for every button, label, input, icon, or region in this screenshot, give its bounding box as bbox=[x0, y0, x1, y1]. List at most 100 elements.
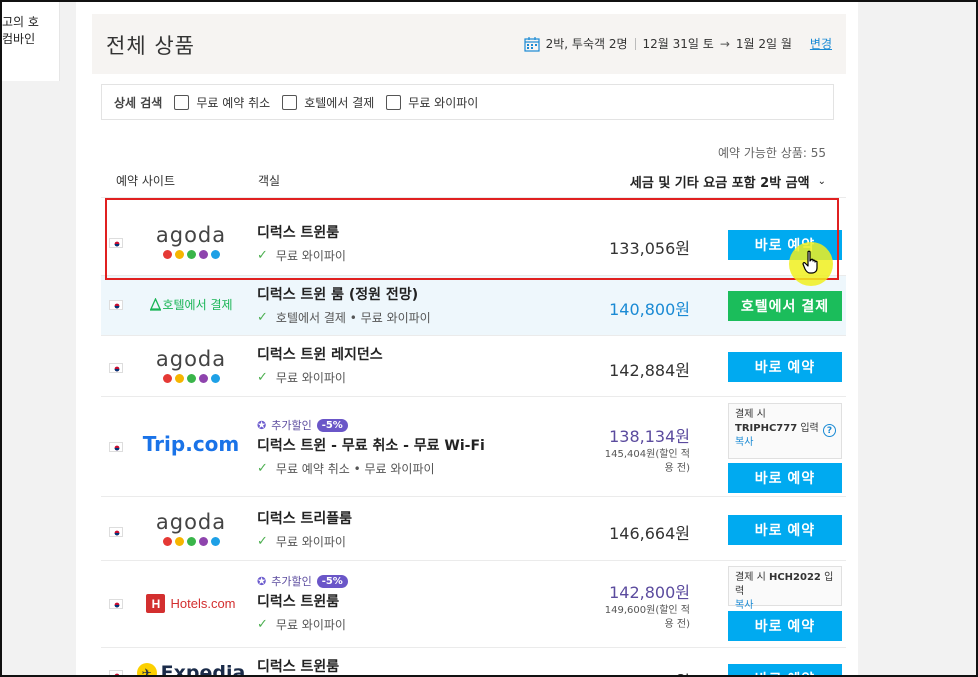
room-features: ✓ 호텔에서 결제 • 무료 와이파이 bbox=[257, 309, 431, 326]
side-promo-line-2: 컴바인 bbox=[2, 32, 36, 46]
agoda-logo[interactable]: agoda bbox=[141, 348, 241, 383]
hotels-com-logo[interactable]: H Hotels.com bbox=[141, 594, 241, 613]
book-now-button[interactable]: 바로 예약 bbox=[728, 664, 842, 677]
price: 149,600원 bbox=[609, 668, 690, 677]
room-features: ✓ 무료 와이파이 bbox=[257, 247, 346, 264]
room-info: ✪ 추가할인 -5% 디럭스 트윈 - 무료 취소 - 무료 Wi-Fi ✓ 무료… bbox=[257, 417, 485, 477]
price: 140,800원 bbox=[609, 300, 690, 319]
coupon-suffix: 입력 bbox=[797, 423, 819, 434]
offer-row: Trip.com ✪ 추가할인 -5% 디럭스 트윈 - 무료 취소 - 무료 … bbox=[101, 396, 846, 496]
coupon-code: TRIPHC777 bbox=[735, 423, 798, 434]
coupon-box: 결제 시 HCH2022 입력 복사 bbox=[728, 566, 842, 611]
price: 142,800원 bbox=[609, 583, 690, 602]
korea-flag-icon bbox=[109, 300, 123, 310]
coupon-code: HCH2022 bbox=[768, 572, 821, 583]
available-count: 예약 가능한 상품: 55 bbox=[717, 146, 826, 160]
room-info: 디럭스 트윈룸 bbox=[257, 658, 339, 676]
check-icon: ✓ bbox=[257, 248, 268, 263]
agoda-wordmark: agoda bbox=[155, 347, 227, 371]
room-features: ✓ 무료 와이파이 bbox=[257, 616, 348, 633]
hotel-bell-icon bbox=[150, 298, 162, 311]
book-now-button[interactable]: 바로 예약 bbox=[728, 463, 842, 493]
room-name[interactable]: 디럭스 트윈 - 무료 취소 - 무료 Wi-Fi bbox=[257, 437, 485, 455]
free-cancel-checkbox[interactable] bbox=[174, 94, 190, 110]
price: 138,134원 bbox=[609, 427, 690, 446]
pay-at-hotel-checkbox[interactable] bbox=[282, 94, 298, 110]
check-icon: ✓ bbox=[257, 617, 268, 632]
agoda-dots bbox=[162, 537, 220, 546]
right-gutter bbox=[858, 2, 976, 677]
trip-com-wordmark: Trip.com bbox=[142, 432, 240, 456]
tag-icon: ✪ bbox=[257, 574, 267, 588]
expedia-plane-icon: ✈ bbox=[136, 663, 157, 677]
book-now-button[interactable]: 바로 예약 bbox=[728, 352, 842, 382]
discount-percent-badge: -5% bbox=[316, 574, 348, 588]
pay-at-hotel-button[interactable]: 호텔에서 결제 bbox=[728, 291, 842, 321]
room-info: ✪ 추가할인 -5% 디럭스 트윈룸 ✓ 무료 와이파이 bbox=[257, 573, 348, 633]
korea-flag-icon bbox=[109, 363, 123, 373]
coupon-box: 결제 시 TRIPHC777 입력 복사 ? bbox=[728, 403, 842, 459]
room-name[interactable]: 디럭스 트윈 룸 (정원 전망) bbox=[257, 286, 431, 304]
column-price-label: 세금 및 기타 요금 포함 2박 금액 bbox=[629, 176, 810, 191]
expedia-logo[interactable]: ✈ Expedia bbox=[136, 662, 245, 677]
room-name[interactable]: 디럭스 트윈 레지던스 bbox=[257, 346, 383, 364]
room-name[interactable]: 디럭스 트윈룸 bbox=[257, 658, 339, 676]
guests-summary: 2박, 투숙객 2명 bbox=[545, 37, 628, 51]
room-features: ✓ 무료 와이파이 bbox=[257, 369, 383, 386]
filter-free-wifi[interactable]: 무료 와이파이 bbox=[386, 94, 478, 111]
calendar-icon bbox=[523, 36, 540, 52]
pay-at-hotel-badge: 호텔에서 결제 bbox=[149, 296, 233, 313]
room-info: 디럭스 트윈룸 ✓ 무료 와이파이 bbox=[257, 224, 346, 264]
korea-flag-icon bbox=[109, 670, 123, 677]
filter-pay-at-hotel[interactable]: 호텔에서 결제 bbox=[282, 94, 374, 111]
room-info: 디럭스 트윈 룸 (정원 전망) ✓ 호텔에서 결제 • 무료 와이파이 bbox=[257, 286, 431, 326]
page-title: 전체 상품 bbox=[106, 34, 195, 58]
filter-option-label: 무료 와이파이 bbox=[408, 95, 479, 110]
side-promo-card[interactable]: 고의 호 컴바인 bbox=[2, 2, 60, 81]
price-before-discount: 145,404원(할인 적 bbox=[604, 449, 690, 460]
offer-row: agoda 디럭스 트리플룸 ✓ 무료 와이파이 146,664원 바로 예약 bbox=[101, 496, 846, 560]
change-dates-link[interactable]: 변경 bbox=[810, 35, 832, 52]
agoda-dots bbox=[162, 374, 220, 383]
agoda-wordmark: agoda bbox=[155, 510, 227, 534]
offer-row: ✈ Expedia 디럭스 트윈룸 149,600원 바로 예약 bbox=[101, 647, 846, 677]
price-before-discount: 149,600원(할인 적 bbox=[604, 605, 690, 616]
korea-flag-icon bbox=[109, 442, 123, 452]
features-text: 무료 와이파이 bbox=[275, 249, 346, 263]
filter-option-label: 무료 예약 취소 bbox=[196, 95, 271, 110]
agoda-wordmark: agoda bbox=[155, 223, 227, 247]
features-text: 호텔에서 결제 • 무료 와이파이 bbox=[275, 311, 431, 325]
room-name[interactable]: 디럭스 트윈룸 bbox=[257, 224, 346, 242]
checkin-date: 12월 31일 토 bbox=[642, 37, 714, 51]
price-block: 138,134원 145,404원(할인 적 용 전) bbox=[605, 423, 690, 475]
column-booking-site: 예약 사이트 bbox=[116, 174, 176, 188]
column-price-sort[interactable]: 세금 및 기타 요금 포함 2박 금액 ⌄ bbox=[630, 172, 826, 191]
offer-row: H Hotels.com ✪ 추가할인 -5% 디럭스 트윈룸 ✓ 무료 와이파이… bbox=[101, 560, 846, 647]
agoda-logo[interactable]: agoda bbox=[141, 224, 241, 259]
filter-option-label: 호텔에서 결제 bbox=[304, 95, 375, 110]
korea-flag-icon bbox=[109, 527, 123, 537]
extra-discount-tag: ✪ 추가할인 -5% bbox=[257, 417, 485, 433]
price: 146,664원 bbox=[609, 524, 690, 543]
book-now-button[interactable]: 바로 예약 bbox=[728, 611, 842, 641]
room-name[interactable]: 디럭스 트윈룸 bbox=[257, 593, 348, 611]
help-icon[interactable]: ? bbox=[823, 424, 836, 437]
room-name[interactable]: 디럭스 트리플룸 bbox=[257, 510, 352, 528]
extra-discount-label: 추가할인 bbox=[271, 419, 312, 432]
agoda-dots bbox=[162, 250, 220, 259]
trip-com-logo[interactable]: Trip.com bbox=[141, 432, 241, 456]
price: 133,056원 bbox=[609, 239, 690, 258]
checkout-date: 1월 2일 월 bbox=[735, 37, 792, 51]
book-now-button[interactable]: 바로 예약 bbox=[728, 515, 842, 545]
copy-coupon-link[interactable]: 복사 bbox=[735, 436, 835, 450]
filter-free-cancel[interactable]: 무료 예약 취소 bbox=[174, 94, 270, 111]
panel-header: 전체 상품 2박, 투숙객 2명 12월 31일 토 → 1월 2일 월 변경 bbox=[92, 14, 846, 74]
free-wifi-checkbox[interactable] bbox=[386, 94, 402, 110]
price-block: 142,800원 149,600원(할인 적 용 전) bbox=[605, 579, 690, 631]
features-text: 무료 와이파이 bbox=[275, 371, 346, 385]
check-icon: ✓ bbox=[257, 310, 268, 325]
agoda-logo[interactable]: agoda bbox=[141, 511, 241, 546]
hotels-com-wordmark: H Hotels.com bbox=[146, 594, 236, 613]
pay-at-hotel-logo[interactable]: 호텔에서 결제 bbox=[141, 296, 241, 313]
tag-icon: ✪ bbox=[257, 418, 267, 432]
